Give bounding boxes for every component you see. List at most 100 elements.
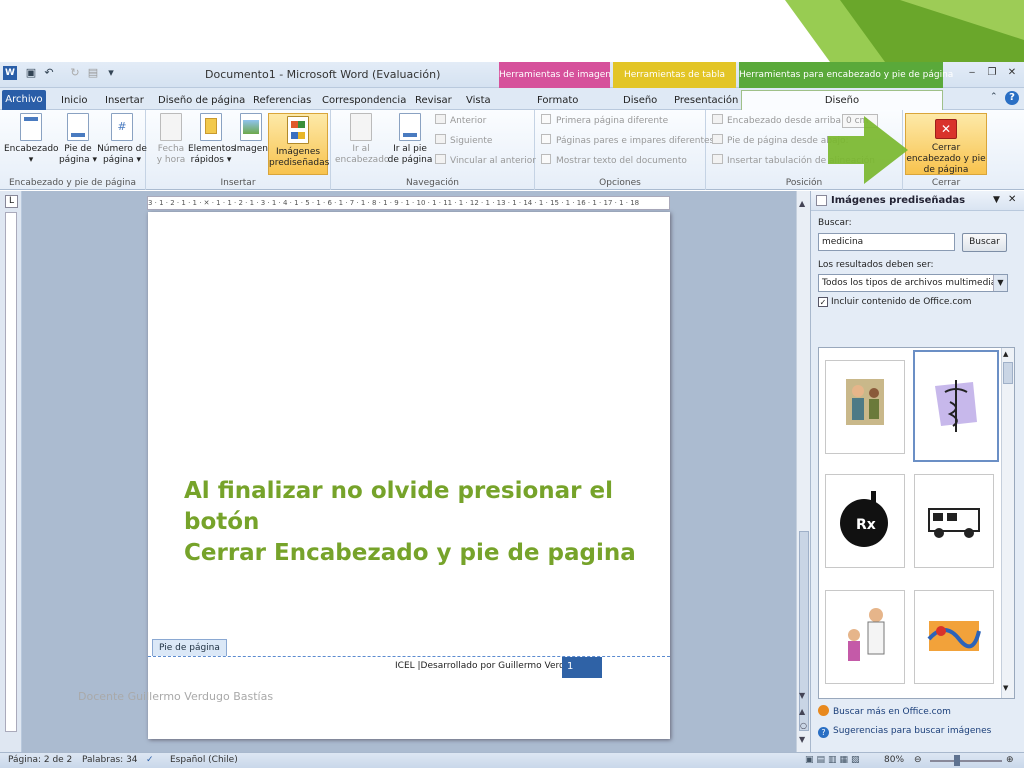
chevron-down-icon[interactable]: ▼ (993, 275, 1007, 291)
browse-object-icon[interactable]: ○ (800, 721, 807, 730)
pane-icon (816, 195, 827, 206)
footer-icon (67, 113, 89, 141)
clipart-thumbnail-selected[interactable] (913, 350, 999, 462)
primera-pagina-checkbox[interactable]: Primera página diferente (541, 114, 668, 128)
scroll-thumb[interactable] (799, 531, 809, 731)
minimize-ribbon-icon[interactable]: ⌃ (990, 92, 998, 102)
help-icon[interactable]: ? (1005, 91, 1019, 105)
tab-diseno-encabezado[interactable]: Diseño (741, 90, 943, 111)
go-to-header-icon (350, 113, 372, 141)
tab-archivo[interactable]: Archivo (2, 90, 46, 110)
scroll-up-icon[interactable]: ▲ (1003, 350, 1008, 358)
cerrar-encabezado-button[interactable]: ✕ Cerrar encabezado y pie de página (905, 113, 987, 175)
status-language[interactable]: Español (Chile) (170, 753, 238, 768)
pointer-arrow-icon (828, 116, 908, 184)
office-icon (818, 705, 829, 716)
clipart-thumbnail[interactable]: Rx (825, 474, 905, 568)
search-input[interactable]: medicina (818, 233, 955, 251)
horizontal-ruler[interactable]: 3 · 1 · 2 · 1 · 1 · ✕ · 1 · 1 · 2 · 1 · … (147, 196, 670, 210)
caduceus-clipart (935, 380, 977, 432)
vincular-anterior-button[interactable]: Vincular al anterior (435, 154, 536, 168)
svg-text:Rx: Rx (856, 517, 876, 533)
status-page[interactable]: Página: 2 de 2 (8, 753, 72, 768)
search-button[interactable]: Buscar (962, 233, 1007, 252)
link-icon (435, 154, 446, 164)
numero-de-pagina-button[interactable]: # Número de página ▾ (97, 113, 147, 166)
status-zoom[interactable]: 80% (884, 753, 904, 768)
restore-icon[interactable]: ❐ (984, 66, 1000, 80)
proofing-icon[interactable]: ✓ (146, 753, 154, 768)
slide-footer-text: Docente Guillermo Verdugo Bastías (78, 690, 274, 703)
tab-diseno-tabla[interactable]: Diseño (623, 91, 657, 110)
zoom-out-icon[interactable]: ⊖ (914, 753, 922, 768)
scroll-down-icon[interactable]: ▼ (799, 691, 805, 700)
tab-referencias[interactable]: Referencias (253, 91, 311, 110)
tab-revisar[interactable]: Revisar (415, 91, 452, 110)
footer-page-number[interactable]: 1 (562, 657, 602, 678)
zoom-in-icon[interactable]: ⊕ (1006, 753, 1014, 768)
results-list: Rx ▲ ▼ (818, 347, 1015, 699)
tab-inicio[interactable]: Inicio (61, 91, 87, 110)
clipart-task-pane: Imágenes prediseñadas ▼ ✕ Buscar: medici… (810, 191, 1024, 752)
undo-icon[interactable]: ↶ (42, 66, 56, 80)
zoom-slider-thumb[interactable] (954, 755, 960, 766)
previous-icon (435, 114, 446, 124)
mostrar-texto-checkbox[interactable]: Mostrar texto del documento (541, 154, 687, 168)
footer-text[interactable]: ICEL |Desarrollado por Guillermo Verdugo (395, 661, 582, 671)
tab-formato[interactable]: Formato (537, 91, 578, 110)
scroll-down-icon[interactable]: ▼ (1003, 684, 1008, 692)
imagen-button[interactable]: Imagen (234, 113, 268, 155)
anterior-button[interactable]: Anterior (435, 114, 486, 128)
context-tab-image-tools: Herramientas de imagen (499, 62, 611, 88)
tab-correspondencia[interactable]: Correspondencia (322, 91, 406, 110)
pie-de-pagina-button[interactable]: Pie de página ▾ (58, 113, 98, 166)
ir-al-encabezado-button[interactable]: Ir al encabezado (335, 113, 389, 166)
encabezado-button[interactable]: Encabezado ▾ (4, 113, 59, 166)
office-link[interactable]: Buscar más en Office.com (818, 705, 951, 717)
pane-header: Imágenes prediseñadas ▼ ✕ (811, 191, 1024, 211)
results-scrollbar[interactable]: ▲ ▼ (1001, 348, 1014, 698)
close-window-icon[interactable]: ✕ (1004, 66, 1020, 80)
next-page-icon[interactable]: ▼ (799, 735, 805, 744)
tab-presentacion[interactable]: Presentación (674, 91, 738, 110)
siguiente-button[interactable]: Siguiente (435, 134, 492, 148)
tab-selector-icon[interactable]: L (5, 195, 18, 208)
tab-vista[interactable]: Vista (466, 91, 491, 110)
pane-options-icon[interactable]: ▼ (993, 195, 1000, 205)
minimize-icon[interactable]: ‒ (964, 66, 980, 80)
customize-toolbar-icon[interactable]: ▾ (104, 66, 118, 80)
clipart-thumbnail[interactable] (914, 590, 994, 684)
checkmark-icon: ✓ (818, 297, 828, 307)
tab-insertar[interactable]: Insertar (105, 91, 144, 110)
instruction-line-2: Cerrar Encabezado y pie de pagina (184, 540, 636, 566)
fecha-hora-button[interactable]: Fecha y hora (154, 113, 188, 166)
clipart-thumbnail[interactable] (825, 360, 905, 454)
group-encabezado-pie: Encabezado ▾ Pie de página ▾ # Número de … (0, 110, 147, 190)
imagenes-prediseñadas-button[interactable]: Imágenes prediseñadas (268, 113, 329, 175)
results-scroll-thumb[interactable] (1003, 362, 1013, 384)
pane-close-icon[interactable]: ✕ (1008, 194, 1016, 205)
results-type-select[interactable]: Todos los tipos de archivos multimedia ▼ (818, 274, 1008, 292)
previous-page-icon[interactable]: ▲ (799, 707, 805, 716)
quick-print-icon[interactable]: ▤ (86, 66, 100, 80)
search-tips-link[interactable]: ? Sugerencias para buscar imágenes (818, 726, 991, 738)
status-words[interactable]: Palabras: 34 (82, 753, 138, 768)
clipart-thumbnail[interactable] (825, 590, 905, 684)
elementos-rapidos-button[interactable]: Elementos rápidos ▾ (188, 113, 235, 166)
include-office-checkbox[interactable]: ✓ Incluir contenido de Office.com (818, 297, 972, 307)
clipart-thumbnail[interactable] (914, 474, 994, 568)
results-label: Los resultados deben ser: (818, 260, 934, 270)
redo-icon[interactable]: ↻ (68, 66, 82, 80)
scroll-up-icon[interactable]: ▲ (799, 199, 805, 208)
zoom-slider[interactable] (930, 760, 1002, 762)
save-icon[interactable]: ▣ (24, 66, 38, 80)
ir-al-pie-button[interactable]: Ir al pie de página (387, 113, 433, 166)
pares-impares-checkbox[interactable]: Páginas pares e impares diferentes (541, 134, 714, 148)
tab-diseno-pagina[interactable]: Diseño de página (158, 91, 245, 110)
document-scrollbar[interactable]: ▲ ▼ ▲ ○ ▼ (796, 191, 810, 752)
instruction-text: Al finalizar no olvide presionar el botó… (184, 476, 664, 569)
go-to-footer-icon (399, 113, 421, 141)
document-page[interactable]: Al finalizar no olvide presionar el botó… (148, 212, 670, 739)
view-buttons-icon[interactable]: ▣▤▥▦▧ (805, 753, 863, 768)
window-title: Documento1 - Microsoft Word (Evaluación) (205, 68, 441, 81)
